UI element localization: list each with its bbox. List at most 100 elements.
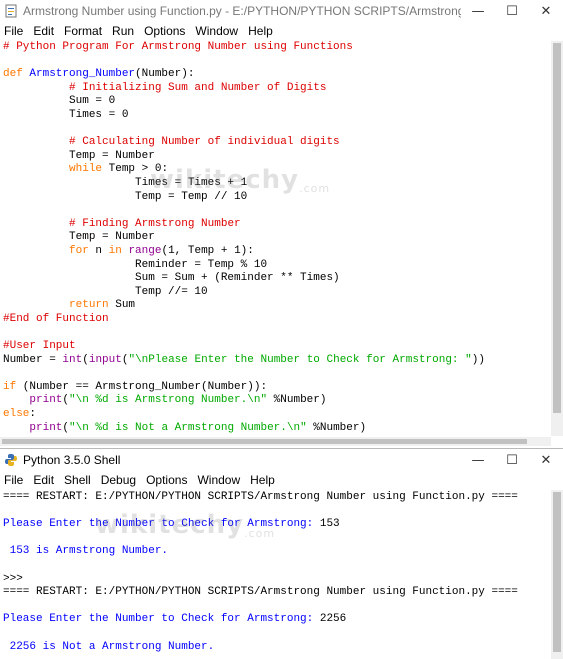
shell-line: ==== RESTART: E:/PYTHON/PYTHON SCRIPTS/A… [0, 586, 563, 600]
code-line: #End of Function [0, 313, 563, 327]
code-line: Temp //= 10 [0, 286, 563, 300]
close-icon[interactable]: ✕ [529, 449, 563, 471]
code-token: ==== RESTART: E:/PYTHON/PYTHON SCRIPTS/A… [3, 586, 518, 599]
shell-output-area[interactable]: ==== RESTART: E:/PYTHON/PYTHON SCRIPTS/A… [0, 491, 563, 659]
editor-hscroll-thumb[interactable] [2, 439, 527, 444]
maximize-icon[interactable]: ☐ [495, 0, 529, 22]
code-token: "\nPlease Enter the Number to Check for … [128, 353, 472, 366]
menu-item-help[interactable]: Help [243, 24, 278, 38]
code-token: 2256 [319, 613, 347, 626]
shell-vertical-scrollbar[interactable] [551, 490, 563, 659]
editor-vertical-scrollbar[interactable] [551, 41, 563, 436]
code-token: %Number) [267, 394, 327, 407]
menu-item-file[interactable]: File [0, 473, 28, 487]
code-token: int [62, 353, 83, 366]
code-token: #End of Function [3, 312, 109, 325]
editor-menubar: File Edit Format Run Options Window Help [0, 22, 563, 40]
code-token: if [3, 380, 17, 393]
code-line: return Sum [0, 299, 563, 313]
code-token: )) [471, 353, 485, 366]
code-line: print("\n %d is Armstrong Number.\n" %Nu… [0, 394, 563, 408]
code-token: print [29, 421, 63, 434]
editor-scroll-thumb[interactable] [553, 43, 561, 413]
code-line: Sum = 0 [0, 95, 563, 109]
code-token: ==== RESTART: E:/PYTHON/PYTHON SCRIPTS/A… [3, 491, 518, 503]
code-token: return [69, 299, 109, 312]
code-line: Number = int(input("\nPlease Enter the N… [0, 354, 563, 368]
code-token: def [3, 68, 30, 81]
code-line: Times = 0 [0, 109, 563, 123]
code-token: 153 [319, 518, 340, 531]
python-logo-icon [5, 454, 17, 466]
code-token: 2256 is Not a Armstrong Number. [3, 640, 215, 653]
shell-menubar: File Edit Shell Debug Options Window Help [0, 471, 563, 489]
menu-item-debug[interactable]: Debug [96, 473, 141, 487]
shell-line: Please Enter the Number to Check for Arm… [0, 518, 563, 532]
shell-title: Python 3.5.0 Shell [23, 453, 121, 467]
code-token: for [69, 244, 89, 257]
code-line: #User Input [0, 340, 563, 354]
editor-titlebar[interactable]: Armstrong Number using Function.py - E:/… [0, 0, 563, 22]
menu-item-edit[interactable]: Edit [28, 473, 59, 487]
code-line: Sum = Sum + (Reminder ** Times) [0, 272, 563, 286]
code-line: def Armstrong_Number(Number): [0, 68, 563, 82]
code-token: #User Input [3, 340, 76, 353]
code-line: print("\n %d is Not a Armstrong Number.\… [0, 422, 563, 436]
code-token: Sum = 0 [3, 95, 116, 108]
shell-line: ==== RESTART: E:/PYTHON/PYTHON SCRIPTS/A… [0, 491, 563, 505]
code-line: else: [0, 408, 563, 422]
shell-scroll-thumb[interactable] [553, 492, 561, 652]
shell-window: Python 3.5.0 Shell — ☐ ✕ File Edit Shell De… [0, 449, 563, 659]
shell-line: >>> [0, 573, 563, 587]
menu-item-shell[interactable]: Shell [59, 473, 96, 487]
menu-item-format[interactable]: Format [59, 24, 107, 38]
code-token: in [108, 244, 122, 257]
code-token: >>> [3, 572, 23, 585]
code-token: else [3, 408, 30, 421]
shell-titlebar[interactable]: Python 3.5.0 Shell — ☐ ✕ [0, 449, 563, 471]
menu-item-options[interactable]: Options [139, 24, 190, 38]
code-line: # Python Program For Armstrong Number us… [0, 41, 563, 55]
minimize-icon[interactable]: — [461, 449, 495, 471]
menu-item-file[interactable]: File [0, 24, 28, 38]
code-token: # Finding Armstrong Number [69, 217, 241, 230]
menu-item-options[interactable]: Options [141, 473, 192, 487]
code-token: while [69, 163, 103, 176]
menu-item-edit[interactable]: Edit [28, 24, 59, 38]
python-file-icon [5, 4, 17, 18]
minimize-icon[interactable]: — [461, 0, 495, 22]
close-icon[interactable]: ✕ [529, 0, 563, 22]
maximize-icon[interactable]: ☐ [495, 449, 529, 471]
code-token: Armstrong_Number [29, 68, 136, 81]
code-token: Sum [108, 299, 136, 312]
code-token: # Python Program For Armstrong Number us… [3, 41, 353, 53]
menu-item-help[interactable]: Help [245, 473, 280, 487]
editor-horizontal-scrollbar[interactable] [0, 437, 551, 446]
code-token: "\n %d is Not a Armstrong Number.\n" [69, 421, 307, 434]
code-token: Times = 0 [3, 108, 129, 121]
menu-item-run[interactable]: Run [107, 24, 139, 38]
code-token: "\n %d is Armstrong Number.\n" [69, 394, 268, 407]
menu-item-window[interactable]: Window [190, 24, 243, 38]
code-token: ( [82, 353, 89, 366]
code-token: Number = [3, 353, 63, 366]
code-line: if (Number == Armstrong_Number(Number)): [0, 381, 563, 395]
menu-item-window[interactable]: Window [192, 473, 245, 487]
code-token: n [88, 244, 109, 257]
code-line: # Initializing Sum and Number of Digits [0, 82, 563, 96]
editor-code-area[interactable]: # Python Program For Armstrong Number us… [0, 41, 563, 436]
